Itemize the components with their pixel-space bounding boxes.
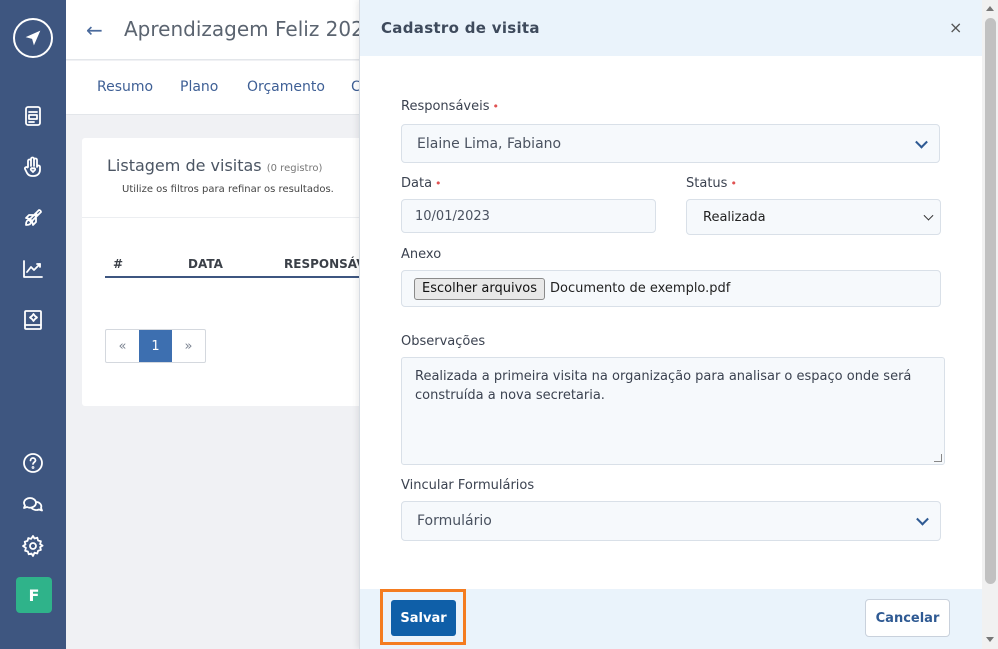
chevron-down-icon: [923, 210, 934, 221]
choose-files-button[interactable]: Escolher arquivos: [414, 277, 546, 300]
file-input[interactable]: Escolher arquivos Documento de exemplo.p…: [401, 270, 941, 307]
listing-subtitle: Utilize os filtros para refinar os resul…: [122, 184, 334, 195]
sidebar: F: [0, 0, 66, 649]
observacoes-label: Observações: [401, 334, 486, 349]
status-value: Realizada: [703, 209, 766, 225]
status-label-text: Status: [686, 176, 728, 191]
back-arrow-icon[interactable]: ←: [86, 18, 103, 42]
chat-icon[interactable]: [18, 490, 48, 520]
chart-line-icon[interactable]: [18, 254, 48, 284]
responsaveis-select[interactable]: Elaine Lima, Fabiano: [401, 124, 940, 163]
date-input[interactable]: 10/01/2023: [401, 199, 656, 233]
file-name: Documento de exemplo.pdf: [550, 281, 731, 296]
responsaveis-value: Elaine Lima, Fabiano: [417, 135, 562, 152]
tab-plano[interactable]: Plano: [180, 79, 218, 95]
anexo-label: Anexo: [401, 247, 442, 262]
pagination-page-1[interactable]: 1: [139, 330, 172, 362]
resize-handle-icon[interactable]: [934, 454, 942, 462]
column-header-number: #: [113, 257, 124, 271]
visit-form-panel: Cadastro de visita × Responsáveis • Elain…: [359, 0, 998, 649]
scroll-thumb[interactable]: [985, 18, 996, 584]
avatar[interactable]: F: [16, 577, 52, 613]
document-icon[interactable]: [18, 101, 48, 131]
rocket-icon[interactable]: [18, 203, 48, 233]
observacoes-value: Realizada a primeira visita na organizaç…: [415, 369, 912, 403]
formularios-label: Vincular Formulários: [401, 478, 535, 493]
pagination-prev[interactable]: «: [106, 330, 139, 362]
book-icon[interactable]: [18, 305, 48, 335]
close-icon[interactable]: ×: [949, 18, 962, 37]
pagination-next[interactable]: »: [172, 330, 205, 362]
observacoes-textarea[interactable]: Realizada a primeira visita na organizaç…: [401, 357, 945, 465]
logo-icon[interactable]: [13, 18, 53, 58]
tab-orcamento[interactable]: Orçamento: [247, 79, 325, 95]
status-label: Status •: [686, 176, 737, 191]
chevron-down-icon: [915, 135, 928, 149]
status-select[interactable]: Realizada: [686, 199, 941, 235]
formularios-placeholder: Formulário: [417, 513, 492, 529]
save-highlight: Salvar: [380, 589, 466, 645]
data-label: Data •: [401, 176, 442, 191]
responsaveis-label-text: Responsáveis: [401, 99, 490, 114]
pagination: « 1 »: [105, 329, 206, 363]
required-mark: •: [730, 177, 737, 190]
panel-header: Cadastro de visita ×: [360, 0, 982, 56]
date-value: 10/01/2023: [415, 208, 490, 224]
scroll-down-icon[interactable]: [986, 637, 994, 642]
listing-title-text: Listagem de visitas: [107, 156, 262, 175]
listing-title: Listagem de visitas (0 registro): [107, 156, 322, 175]
required-mark: •: [435, 177, 442, 190]
save-button[interactable]: Salvar: [391, 600, 456, 636]
scrollbar[interactable]: [982, 0, 998, 649]
page-title: Aprendizagem Feliz 2021: [124, 17, 377, 41]
formularios-select[interactable]: Formulário: [401, 501, 941, 541]
responsaveis-label: Responsáveis •: [401, 99, 499, 114]
required-mark: •: [492, 100, 499, 113]
hand-heart-icon[interactable]: [18, 152, 48, 182]
tab-resumo[interactable]: Resumo: [97, 79, 153, 95]
listing-count: (0 registro): [266, 163, 323, 174]
gear-icon[interactable]: [18, 531, 48, 561]
chevron-down-icon: [916, 512, 929, 526]
column-header-date: DATA: [188, 257, 223, 271]
scroll-up-icon[interactable]: [986, 6, 994, 11]
app-window: F ← Aprendizagem Feliz 2021 Resumo Plano…: [0, 0, 998, 649]
cancel-button[interactable]: Cancelar: [865, 599, 950, 637]
help-icon[interactable]: [18, 448, 48, 478]
data-label-text: Data: [401, 176, 433, 191]
panel-title: Cadastro de visita: [381, 19, 540, 37]
panel-footer: Salvar Cancelar: [360, 589, 982, 649]
